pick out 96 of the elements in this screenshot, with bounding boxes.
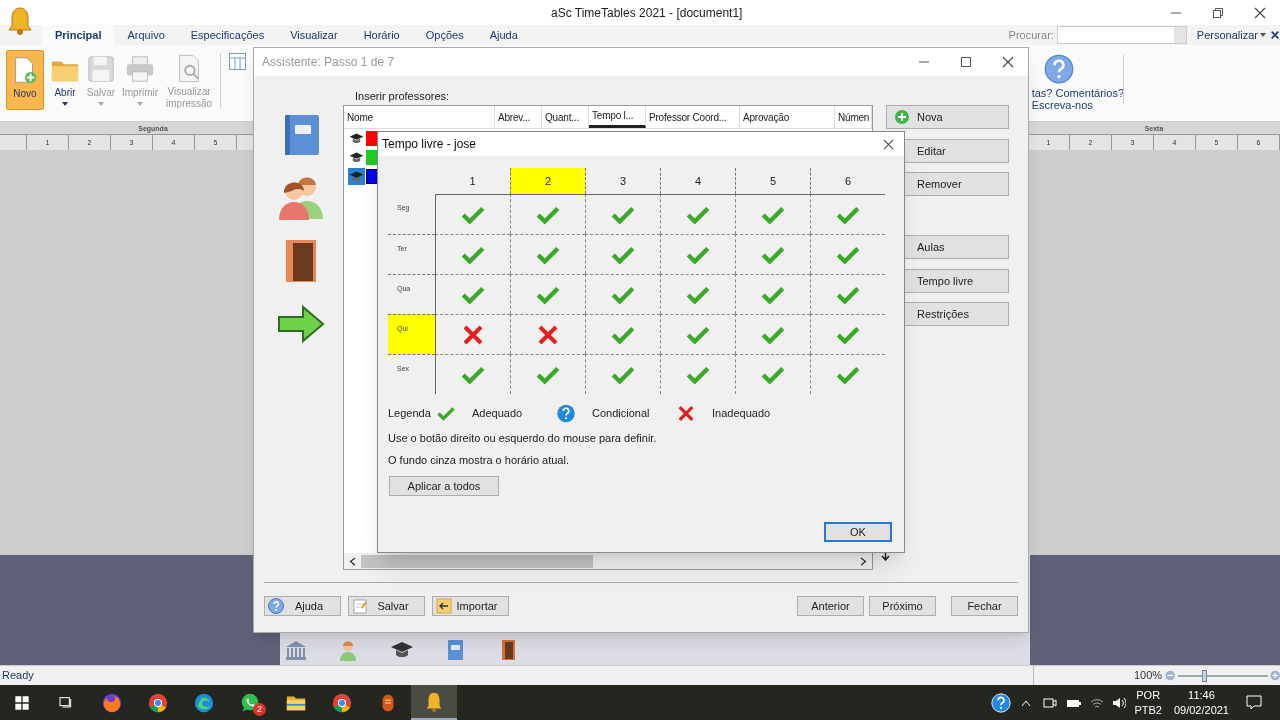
- start-icon: [13, 694, 30, 711]
- app-icon: [147, 691, 169, 714]
- import-icon: [436, 598, 452, 614]
- ribbon-tab[interactable]: Opções: [412, 25, 477, 45]
- table-icon: [229, 53, 247, 70]
- clock-time[interactable]: 11:46: [1188, 687, 1215, 703]
- ribbon-button[interactable]: Novo: [6, 50, 44, 110]
- notification-badge: 2: [253, 703, 266, 716]
- period-header[interactable]: 4: [660, 168, 735, 194]
- zoom-level: 100%: [1134, 668, 1163, 684]
- bank-icon[interactable]: [284, 638, 308, 662]
- scroll-thumb[interactable]: [361, 554, 593, 568]
- graduation-cap-icon: [349, 151, 364, 164]
- legend-text: Adequado: [472, 405, 524, 421]
- help-icon: [268, 598, 284, 614]
- ribbon-tab[interactable]: Principal: [42, 25, 115, 45]
- app-icon: [101, 691, 123, 714]
- feedback-link[interactable]: tas? Comentários?: [1031, 87, 1124, 99]
- period-header[interactable]: 1: [435, 168, 510, 194]
- customize-menu[interactable]: Personalizar: [1196, 26, 1258, 44]
- ribbon-tab[interactable]: Especificações: [177, 25, 278, 45]
- ribbon-tab[interactable]: Horário: [350, 25, 413, 45]
- footer-button[interactable]: Fechar: [951, 596, 1018, 616]
- speaker-icon[interactable]: [1112, 696, 1127, 709]
- window-title: aSc TimeTables 2021 - [document1]: [551, 4, 743, 22]
- task-view-icon: [58, 694, 74, 711]
- horizontal-scrollbar[interactable]: [344, 553, 872, 569]
- slider-thumb[interactable]: [1202, 669, 1208, 682]
- close-icon[interactable]: [1002, 56, 1014, 68]
- chevron-up-icon[interactable]: [1021, 698, 1032, 707]
- footer-button[interactable]: Importar: [432, 596, 509, 616]
- period-header[interactable]: 5: [735, 168, 810, 194]
- period-header[interactable]: 3: [585, 168, 660, 194]
- period-header[interactable]: 2: [510, 168, 585, 194]
- close-icon[interactable]: [1254, 6, 1266, 19]
- restore-icon[interactable]: [1212, 6, 1224, 19]
- ribbon-tab[interactable]: Visualizar: [277, 25, 351, 45]
- app-icon: [193, 691, 215, 714]
- question-icon: [556, 403, 576, 423]
- feedback-link[interactable]: Escreva-nos: [1031, 99, 1093, 111]
- ok-button[interactable]: OK: [824, 522, 892, 542]
- app-icon: [239, 691, 261, 714]
- ribbon-button[interactable]: Abrir: [50, 50, 80, 110]
- legend-text: Inadequado: [712, 405, 772, 421]
- clock-date[interactable]: 09/02/2021: [1173, 702, 1229, 718]
- ribbon-tab[interactable]: Arquivo: [114, 25, 178, 45]
- camera-icon[interactable]: [1043, 695, 1058, 710]
- notification-icon[interactable]: [1246, 695, 1262, 710]
- cross-icon: [676, 403, 696, 423]
- column-header[interactable]: Professor Coord...: [646, 106, 740, 128]
- language-code[interactable]: POR: [1136, 687, 1161, 703]
- taskbar-button[interactable]: 2: [227, 685, 273, 720]
- zoom-slider[interactable]: [1177, 669, 1268, 682]
- legend-label: Legenda: [388, 405, 432, 421]
- close-icon[interactable]: [883, 138, 894, 150]
- door-icon: [284, 238, 318, 284]
- legend-text: Condicional: [592, 405, 651, 421]
- floppy-icon: [86, 53, 116, 85]
- footer-button[interactable]: Salvar: [348, 596, 425, 616]
- column-header[interactable]: Nome: [344, 106, 495, 128]
- search-field[interactable]: [1056, 26, 1187, 44]
- footer-button[interactable]: Próximo: [869, 596, 936, 616]
- column-header[interactable]: Númen: [835, 106, 872, 128]
- note-icon: [352, 598, 368, 614]
- graduation-cap-icon: [349, 170, 364, 183]
- instruction-text: Use o botão direito ou esquerdo do mouse para definir.: [388, 431, 658, 446]
- footer-button[interactable]: Ajuda: [264, 596, 341, 616]
- printer-icon: [125, 53, 156, 85]
- status-text: Ready: [1, 668, 34, 684]
- chevron-right-icon[interactable]: [860, 556, 867, 566]
- maximize-icon[interactable]: [960, 56, 972, 68]
- side-button[interactable]: Nova: [886, 105, 1009, 129]
- column-header[interactable]: Tempo l...: [589, 106, 646, 128]
- bell-logo[interactable]: [7, 6, 33, 36]
- arrow-right-icon: [277, 304, 325, 344]
- book-icon: [282, 114, 320, 156]
- apply-button[interactable]: Aplicar a todos: [389, 476, 499, 496]
- column-header[interactable]: Quant...: [542, 106, 589, 128]
- instruction-text: O fundo cinza mostra o horário atual.: [388, 452, 570, 468]
- column-header[interactable]: Aprovação: [740, 106, 835, 128]
- section-label: Inserir professores:: [354, 89, 451, 104]
- graduation-cap-icon: [349, 132, 364, 145]
- chevron-left-icon[interactable]: [349, 556, 356, 566]
- ribbon-tab[interactable]: Ajuda: [476, 25, 531, 45]
- footer-button[interactable]: Anterior: [797, 596, 864, 616]
- wifi-icon[interactable]: [1090, 696, 1105, 709]
- plus-icon: [895, 110, 909, 124]
- period-header[interactable]: 6: [810, 168, 885, 194]
- dialog-title: Tempo livre - jose: [382, 136, 477, 153]
- app-icon: [331, 691, 353, 714]
- keyboard-layout[interactable]: PTB2: [1134, 702, 1162, 718]
- search-label: Procurar:: [1008, 27, 1054, 43]
- close-icon[interactable]: [1271, 31, 1279, 39]
- column-header[interactable]: Abrev...: [495, 106, 542, 128]
- caret-icon: [1260, 33, 1266, 37]
- window-title: Assistente: Passo 1 de 7: [262, 54, 395, 71]
